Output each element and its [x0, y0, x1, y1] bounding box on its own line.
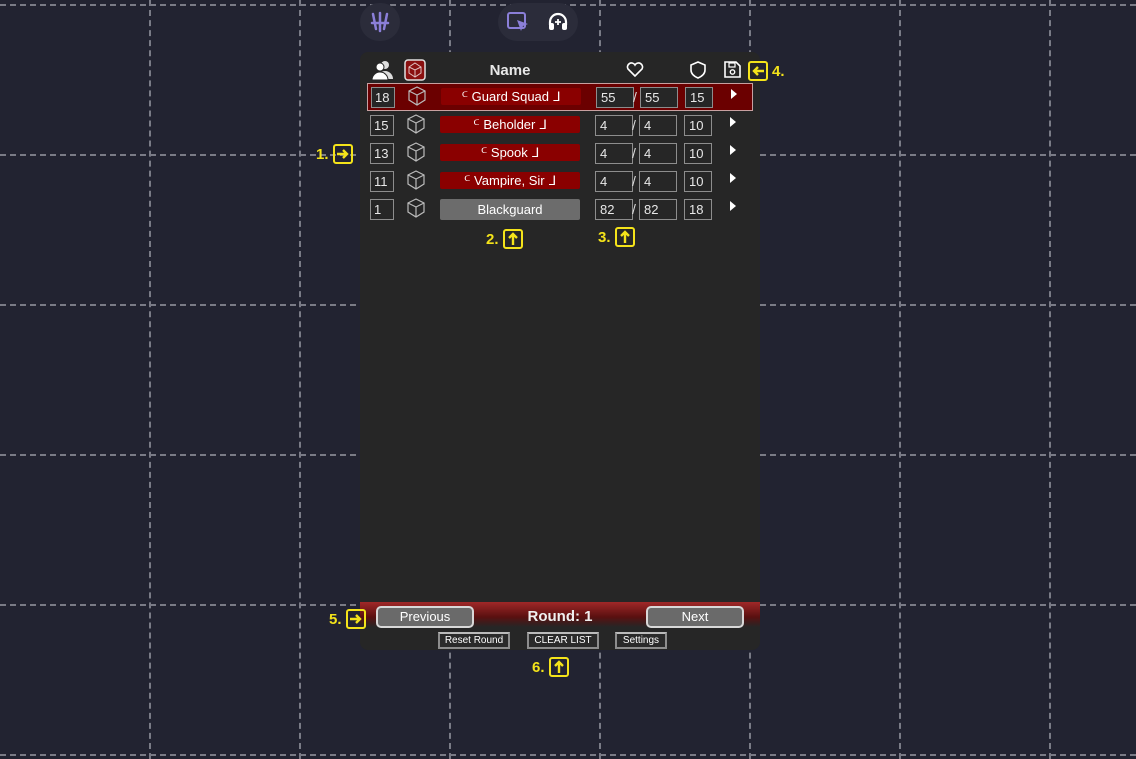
headset-icon[interactable] — [546, 10, 570, 34]
round-counter: Round: 1 — [527, 608, 593, 625]
combatant-row[interactable]: 18 ᒼ Guard Squad ᒧ 55 / 55 15 — [367, 83, 753, 111]
toolbar-group — [498, 3, 578, 41]
hp-separator: / — [632, 201, 636, 217]
hp-separator: / — [633, 89, 637, 105]
hp-max-input[interactable]: 4 — [639, 171, 677, 192]
grid-line — [299, 0, 301, 759]
grid-line — [149, 0, 151, 759]
arrow-left-icon — [748, 61, 768, 81]
expand-arrow-icon[interactable] — [730, 117, 736, 127]
initiative-tracker-panel: Name 18 ᒼ Guard Squad ᒧ 55 / 55 15 15 ᒼ … — [360, 52, 760, 650]
roll-initiative-icon[interactable] — [404, 59, 426, 86]
combatant-name[interactable]: ᒼ Vampire, Sir ᒧ — [440, 172, 580, 189]
annotation-4: 4. — [748, 61, 785, 81]
initiative-input[interactable]: 15 — [370, 115, 394, 136]
hp-max-input[interactable]: 4 — [639, 115, 677, 136]
hp-separator: / — [632, 145, 636, 161]
ac-input[interactable]: 10 — [684, 171, 712, 192]
save-icon[interactable] — [724, 61, 741, 83]
next-button[interactable]: Next — [646, 606, 744, 628]
hp-max-input[interactable]: 82 — [639, 199, 677, 220]
hp-max-input[interactable]: 55 — [640, 87, 678, 108]
dice-icon[interactable] — [405, 141, 427, 168]
grid-line — [1049, 0, 1051, 759]
annotation-1: 1. — [316, 144, 353, 164]
combatant-row[interactable]: 1 Blackguard 82 / 82 18 — [360, 196, 760, 222]
initiative-input[interactable]: 1 — [370, 199, 394, 220]
claw-logo-icon — [369, 11, 391, 33]
dice-icon[interactable] — [405, 197, 427, 224]
round-controls: Previous Round: 1 Next — [360, 602, 760, 628]
grid-line — [899, 0, 901, 759]
arrow-right-icon — [332, 144, 353, 164]
settings-button[interactable]: Settings — [615, 632, 667, 649]
heart-icon — [626, 62, 644, 83]
hp-separator: / — [632, 117, 636, 133]
reset-round-button[interactable]: Reset Round — [438, 632, 510, 649]
name-column-header[interactable]: Name — [440, 62, 580, 79]
initiative-input[interactable]: 13 — [370, 143, 394, 164]
combatant-row[interactable]: 11 ᒼ Vampire, Sir ᒧ 4 / 4 10 — [360, 168, 760, 194]
expand-arrow-icon[interactable] — [730, 173, 736, 183]
combatant-row[interactable]: 15 ᒼ Beholder ᒧ 4 / 4 10 — [360, 112, 760, 138]
clear-list-button[interactable]: CLEAR LIST — [527, 632, 599, 649]
dice-icon[interactable] — [405, 113, 427, 140]
combatant-name[interactable]: ᒼ Guard Squad ᒧ — [441, 88, 581, 105]
ac-input[interactable]: 10 — [684, 143, 712, 164]
grid-line — [0, 754, 1136, 756]
annotation-6: 6. — [532, 657, 569, 677]
annotation-2: 2. — [486, 229, 523, 249]
arrow-up-icon — [614, 227, 635, 247]
hp-current-input[interactable]: 4 — [595, 143, 633, 164]
expand-arrow-icon[interactable] — [731, 89, 737, 99]
combatant-name[interactable]: ᒼ Beholder ᒧ — [440, 116, 580, 133]
ac-input[interactable]: 10 — [684, 115, 712, 136]
combatant-row[interactable]: 13 ᒼ Spook ᒧ 4 / 4 10 — [360, 140, 760, 166]
initiative-input[interactable]: 18 — [371, 87, 395, 108]
ac-input[interactable]: 18 — [684, 199, 712, 220]
hp-current-input[interactable]: 82 — [595, 199, 633, 220]
initiative-input[interactable]: 11 — [370, 171, 394, 192]
dice-icon[interactable] — [405, 169, 427, 196]
hp-separator: / — [632, 173, 636, 189]
expand-arrow-icon[interactable] — [730, 201, 736, 211]
hp-current-input[interactable]: 4 — [595, 115, 633, 136]
ac-input[interactable]: 15 — [685, 87, 713, 108]
shield-icon — [690, 61, 706, 84]
logo-button[interactable] — [360, 3, 400, 41]
expand-arrow-icon[interactable] — [730, 145, 736, 155]
combatant-name[interactable]: ᒼ Spook ᒧ — [440, 144, 580, 161]
dice-icon[interactable] — [406, 85, 428, 112]
hp-max-input[interactable]: 4 — [639, 143, 677, 164]
hp-current-input[interactable]: 4 — [595, 171, 633, 192]
cursor-select-icon[interactable] — [506, 10, 530, 34]
arrow-right-icon — [345, 609, 366, 629]
annotation-3: 3. — [598, 227, 635, 247]
annotation-5: 5. — [329, 609, 366, 629]
combatant-name[interactable]: Blackguard — [440, 199, 580, 220]
arrow-up-icon — [548, 657, 569, 677]
arrow-up-icon — [502, 229, 523, 249]
previous-button[interactable]: Previous — [376, 606, 474, 628]
hp-current-input[interactable]: 55 — [596, 87, 634, 108]
party-icon[interactable] — [371, 60, 394, 85]
